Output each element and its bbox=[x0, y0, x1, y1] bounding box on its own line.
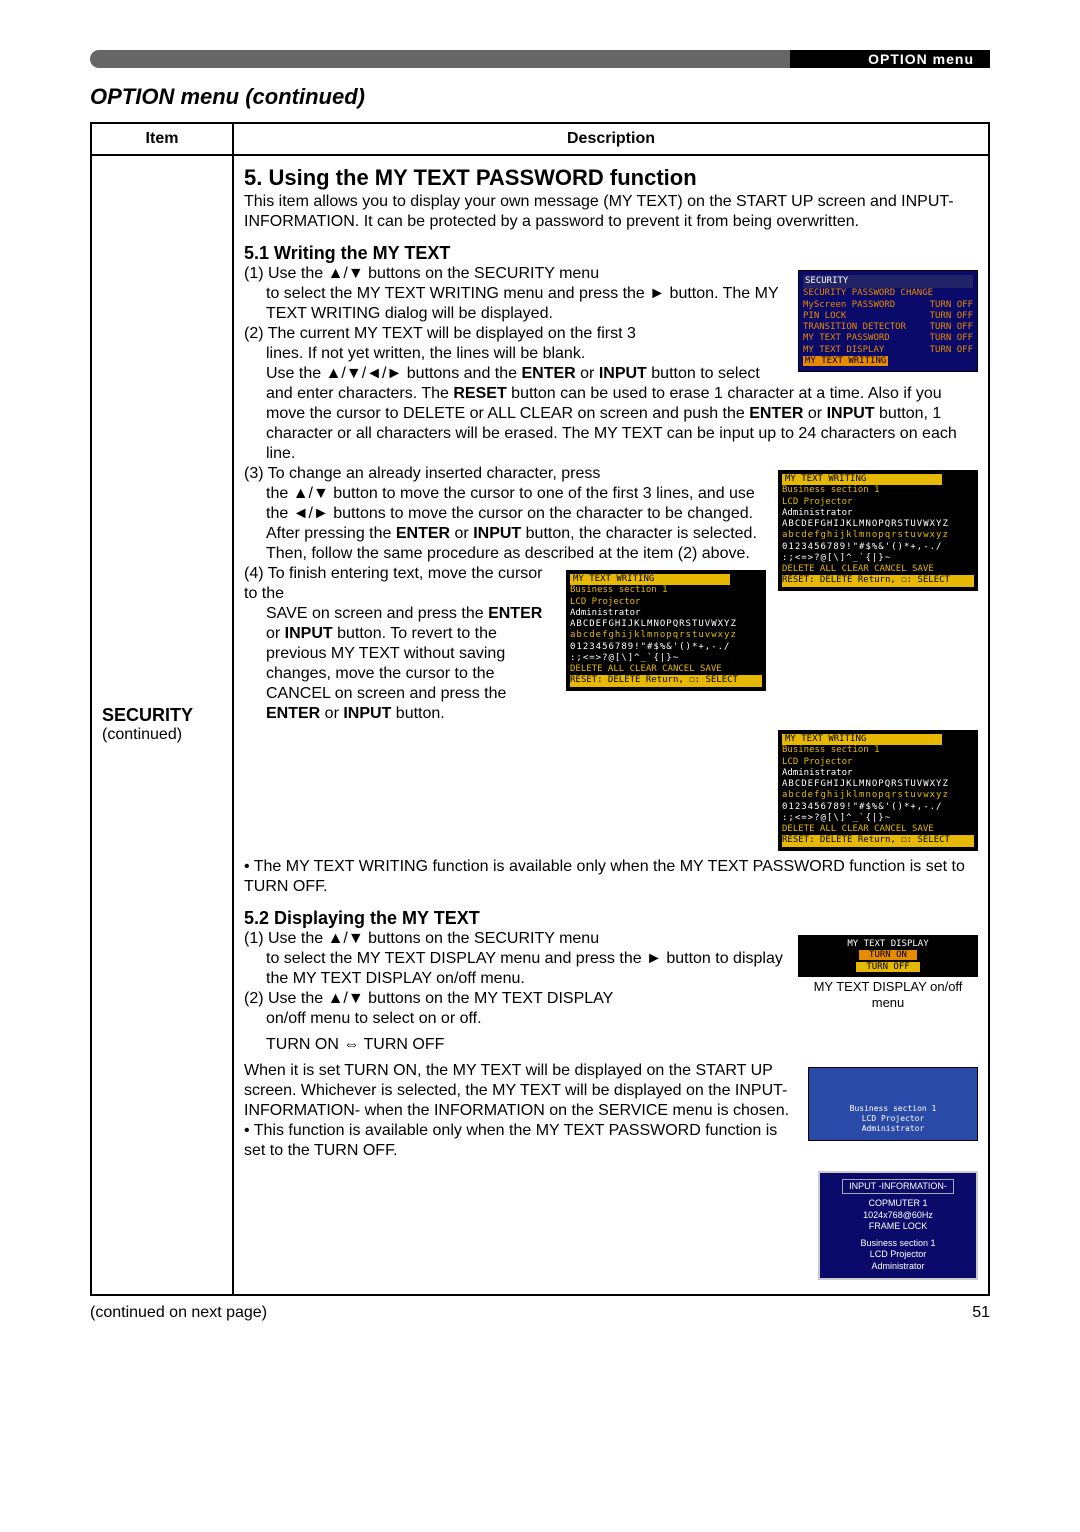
osd-keypad-2: MY TEXT WRITING Business section 1 LCD P… bbox=[566, 570, 766, 691]
input-info-box: INPUT -INFORMATION- COPMUTER 1 1024x768@… bbox=[818, 1171, 978, 1280]
content-table: Item Description SECURITY (continued) 5.… bbox=[90, 122, 990, 1296]
heading-5-2: 5.2 Displaying the MY TEXT bbox=[244, 907, 978, 930]
step-2b: Use the ▲/▼/◄/► buttons and the ENTER or… bbox=[244, 364, 978, 464]
intro-text: This item allows you to display your own… bbox=[244, 192, 978, 232]
security-label: SECURITY bbox=[102, 705, 222, 726]
osd-keypad-1: MY TEXT WRITING Business section 1 LCD P… bbox=[778, 470, 978, 591]
heading-5-1: 5.1 Writing the MY TEXT bbox=[244, 242, 978, 265]
heading-5: 5. Using the MY TEXT PASSWORD function bbox=[244, 164, 978, 192]
header-bar: OPTION menu bbox=[90, 50, 990, 68]
page-title: OPTION menu (continued) bbox=[90, 84, 990, 110]
osd-security-menu: SECURITY SECURITY PASSWORD CHANGE MyScre… bbox=[798, 270, 978, 372]
table-row-item: SECURITY (continued) bbox=[91, 155, 233, 1295]
col-header-desc: Description bbox=[233, 123, 989, 155]
startup-screen: Business section 1 LCD Projector Adminis… bbox=[808, 1067, 978, 1141]
osd-keypad-3: MY TEXT WRITING Business section 1 LCD P… bbox=[778, 730, 978, 851]
toggle-line: TURN ON ⇔ TURN OFF bbox=[244, 1035, 978, 1055]
osd-display-menu: MY TEXT DISPLAY TURN ON TURN OFF MY TEXT… bbox=[798, 935, 978, 1011]
col-header-item: Item bbox=[91, 123, 233, 155]
header-menu-tab: OPTION menu bbox=[852, 49, 990, 69]
page-number: 51 bbox=[972, 1304, 990, 1322]
bullet-1: • The MY TEXT WRITING function is availa… bbox=[244, 857, 978, 897]
table-row-desc: 5. Using the MY TEXT PASSWORD function T… bbox=[233, 155, 989, 1295]
continued-label: (continued on next page) bbox=[90, 1304, 267, 1322]
security-sub: (continued) bbox=[102, 726, 222, 744]
